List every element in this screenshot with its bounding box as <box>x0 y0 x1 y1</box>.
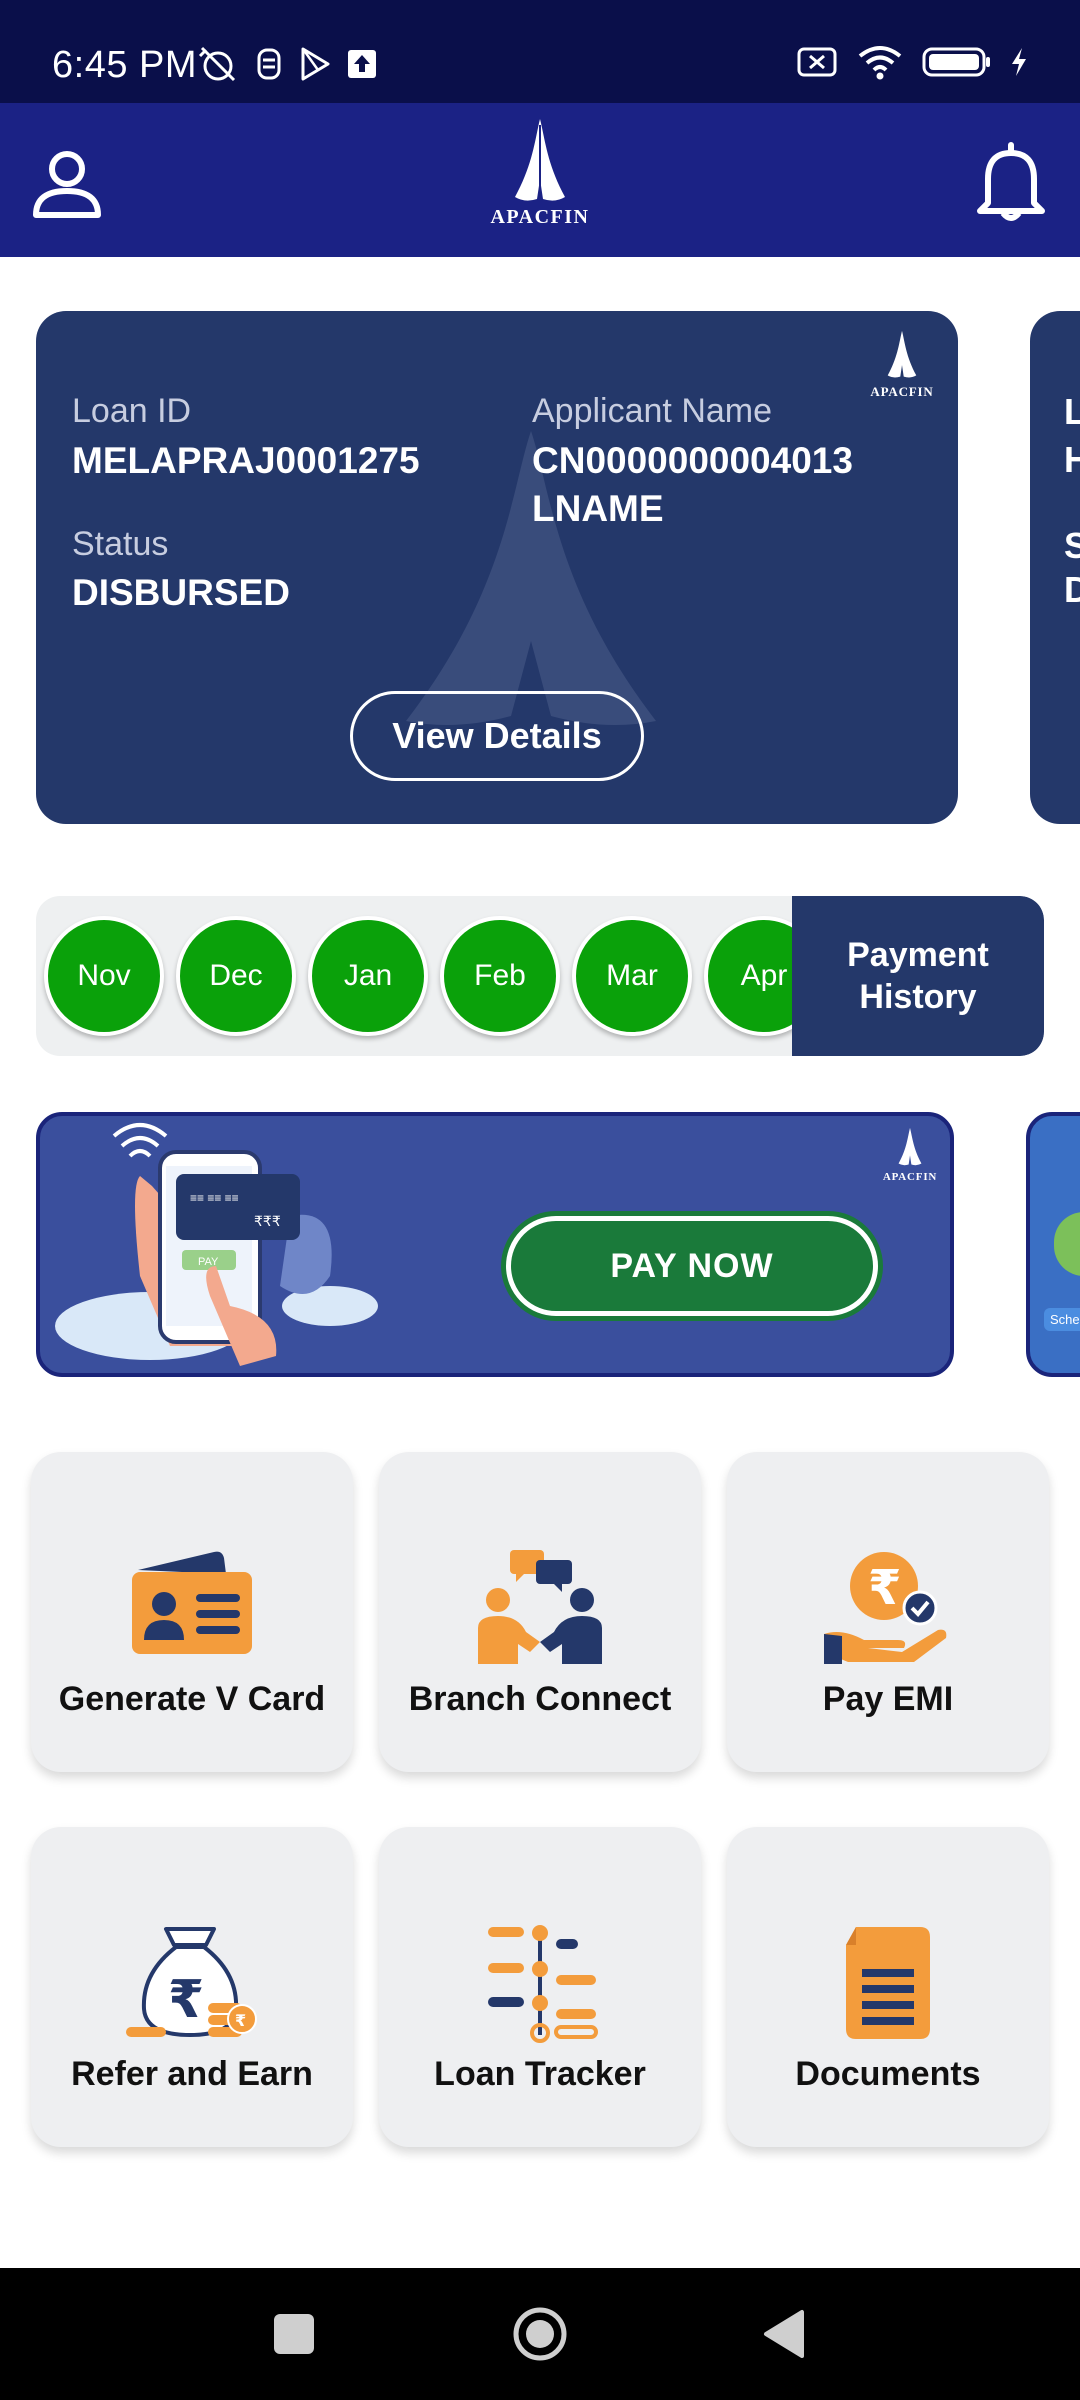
status-left-icons <box>196 44 378 84</box>
banner-logo-brand: APACFIN <box>882 1171 938 1183</box>
peek-banner-text: Sche <box>1044 1308 1080 1331</box>
recents-icon[interactable] <box>266 2306 322 2362</box>
svg-text:₹: ₹ <box>168 1970 204 2030</box>
tile-generate-v-card[interactable]: Generate V Card <box>31 1452 353 1772</box>
chat-people-icon <box>478 1550 602 1664</box>
upload-icon <box>348 50 376 78</box>
pay-now-button[interactable]: PAY NOW <box>506 1216 878 1316</box>
month-badge-jan[interactable]: Jan <box>308 916 428 1036</box>
loan-summary-card: APACFIN Loan ID MELAPRAJ0001275 Applican… <box>36 311 958 824</box>
tile-label: Documents <box>795 2055 981 2093</box>
muted-alarm-icon <box>198 46 236 82</box>
payment-history-button[interactable]: Payment History <box>792 896 1044 1056</box>
tag-icon <box>257 48 281 80</box>
status-right-icons <box>796 44 1028 80</box>
status-bar: 6:45 PM <box>0 0 1080 103</box>
payment-history-line1: Payment <box>847 936 989 974</box>
tile-loan-tracker[interactable]: Loan Tracker <box>379 1827 701 2147</box>
banner-logo: APACFIN <box>878 1126 942 1190</box>
phone-payment-illustration: ≡≡ ≡≡ ≡≡ ₹₹₹ PAY <box>55 1123 378 1366</box>
card-currency-text: ₹₹₹ <box>254 1213 281 1229</box>
status-value: DISBURSED <box>72 572 290 613</box>
wifi-icon <box>858 46 902 80</box>
tile-branch-connect[interactable]: Branch Connect <box>379 1452 701 1772</box>
system-nav-bar <box>0 2268 1080 2400</box>
applicant-name-label: Applicant Name <box>532 392 773 430</box>
no-sim-icon <box>797 47 837 77</box>
peek-letter: L <box>1064 391 1080 432</box>
tile-label: Generate V Card <box>58 1680 326 1718</box>
home-icon[interactable] <box>512 2306 568 2362</box>
payment-history-line2: History <box>859 978 977 1016</box>
rupee-hand-icon: ₹ <box>824 1552 947 1664</box>
app-header: APACFIN <box>0 103 1080 257</box>
peek-letter: H <box>1064 439 1080 480</box>
status-label: Status <box>72 525 169 563</box>
month-badge-feb[interactable]: Feb <box>440 916 560 1036</box>
month-badge-nov[interactable]: Nov <box>44 916 164 1036</box>
play-store-icon <box>301 47 330 81</box>
praying-hands-logo-icon <box>887 330 917 378</box>
tile-documents[interactable]: Documents <box>727 1827 1049 2147</box>
month-badge-mar[interactable]: Mar <box>572 916 692 1036</box>
tile-pay-emi[interactable]: ₹ Pay EMI <box>727 1452 1049 1772</box>
loan-id-label: Loan ID <box>72 392 192 430</box>
view-details-button[interactable]: View Details <box>350 691 644 781</box>
money-bag-icon: ₹ ₹ <box>126 1927 257 2038</box>
next-banner-peek[interactable]: Sche <box>1026 1112 1080 1377</box>
svg-text:₹: ₹ <box>235 2011 246 2030</box>
id-card-icon <box>132 1551 252 1654</box>
card-logo-brand: APACFIN <box>870 384 934 399</box>
battery-icon <box>922 47 990 77</box>
charging-icon <box>1012 48 1026 76</box>
peek-banner-shape <box>1054 1212 1080 1276</box>
praying-hands-logo-icon <box>515 119 565 201</box>
tracker-icon <box>488 1925 598 2043</box>
apacfin-logo: APACFIN <box>480 119 600 239</box>
tile-label: Branch Connect <box>408 1680 672 1718</box>
loan-id-value: MELAPRAJ0001275 <box>72 440 420 481</box>
svg-text:₹: ₹ <box>868 1560 901 1616</box>
month-badge-dec[interactable]: Dec <box>176 916 296 1036</box>
tile-label: Loan Tracker <box>434 2055 646 2093</box>
peek-letter: S <box>1064 525 1080 566</box>
payment-months-strip: Nov Dec Jan Feb Mar Apr Payment History <box>36 896 1044 1056</box>
back-icon[interactable] <box>758 2306 814 2362</box>
bell-icon[interactable] <box>974 141 1048 223</box>
tile-label: Pay EMI <box>822 1680 954 1718</box>
tile-label: Refer and Earn <box>71 2055 313 2093</box>
applicant-name-line1: CN0000000004013 <box>532 440 853 481</box>
tile-refer-and-earn[interactable]: ₹ ₹ Refer and Earn <box>31 1827 353 2147</box>
applicant-name-line2: LNAME <box>532 488 664 529</box>
peek-letter: D <box>1064 569 1080 610</box>
logo-brand-text: APACFIN <box>490 206 590 228</box>
svg-text:≡≡ ≡≡ ≡≡: ≡≡ ≡≡ ≡≡ <box>190 1191 239 1205</box>
status-time: 6:45 PM <box>52 44 198 86</box>
card-logo: APACFIN <box>864 329 940 405</box>
next-loan-card-peek[interactable]: L H S D <box>1030 311 1080 824</box>
praying-hands-logo-icon <box>898 1127 922 1166</box>
pay-now-banner[interactable]: ≡≡ ≡≡ ≡≡ ₹₹₹ PAY APACFIN PAY NOW <box>36 1112 954 1377</box>
profile-icon[interactable] <box>32 149 102 219</box>
document-icon <box>846 1927 930 2039</box>
